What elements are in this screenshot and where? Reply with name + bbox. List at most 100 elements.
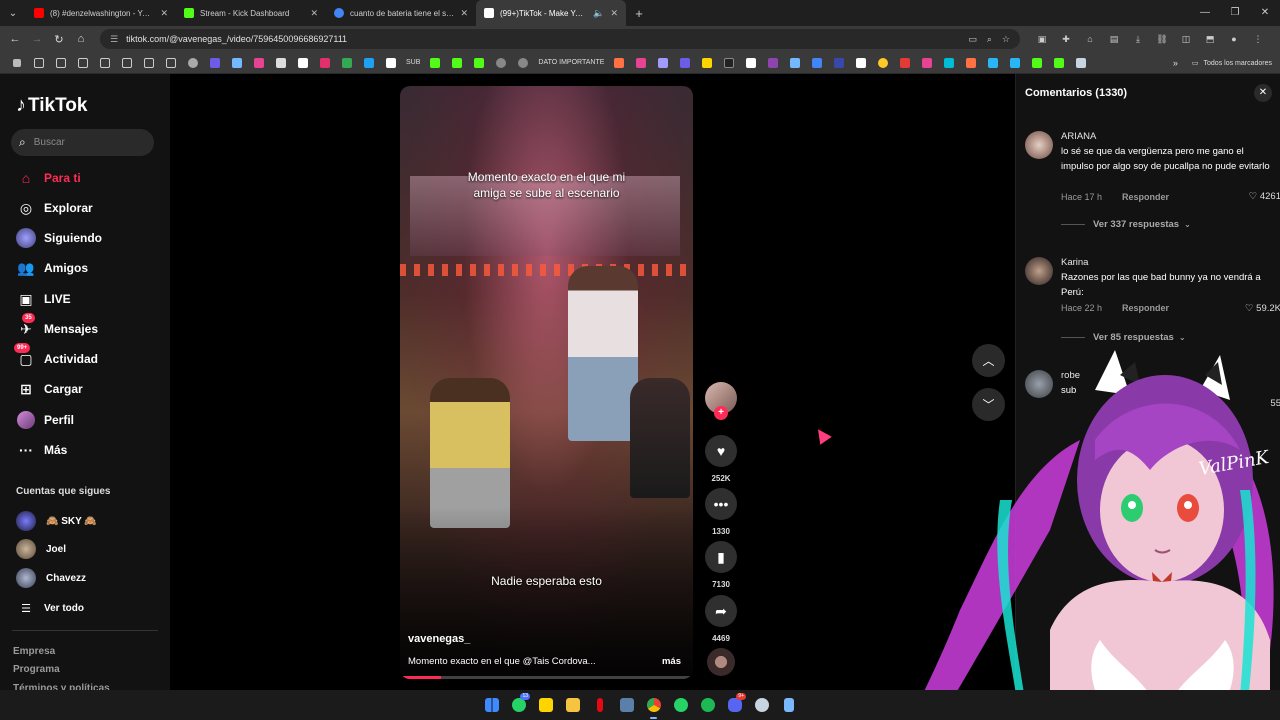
restore-icon[interactable]: ❐	[1220, 0, 1250, 26]
comment-username[interactable]: robe	[1061, 370, 1080, 381]
whatsapp-icon[interactable]: 13	[505, 692, 532, 719]
all-bookmarks[interactable]: » ▭ Todos los marcadores	[1173, 52, 1272, 74]
bookmark-icon[interactable]	[982, 52, 1004, 74]
tiktok-logo[interactable]: ♪ TikTok	[16, 94, 87, 117]
comment-icon[interactable]: •••	[705, 488, 737, 520]
tab-close-icon[interactable]: ✕	[310, 8, 318, 19]
bookmark-icon[interactable]	[358, 52, 380, 74]
bookmark-icon[interactable]	[490, 52, 512, 74]
tab-youtube[interactable]: (8) #denzelwashington - YouTube ✕	[26, 0, 176, 26]
bookmark-icon[interactable]	[204, 52, 226, 74]
next-video-button[interactable]: ﹀	[972, 388, 1005, 421]
spotify-icon[interactable]	[694, 692, 721, 719]
bookmark-icon[interactable]	[608, 52, 630, 74]
bookmark-icon[interactable]	[182, 52, 204, 74]
tab-close-icon[interactable]: ✕	[460, 8, 468, 19]
following-account[interactable]: Joel	[16, 538, 66, 560]
sticky-notes-icon[interactable]	[532, 692, 559, 719]
url-bar[interactable]: ☰ tiktok.com/@vavenegas_/video/759645009…	[100, 29, 1020, 49]
tab-close-icon[interactable]: ✕	[610, 8, 618, 19]
see-all-link[interactable]: ☰ Ver todo	[16, 597, 84, 619]
nav-mas[interactable]: ··· Más	[16, 438, 67, 462]
nav-mensajes[interactable]: ✈ 35 Mensajes	[16, 313, 98, 341]
whatsapp-desktop-icon[interactable]	[667, 692, 694, 719]
nav-live[interactable]: ▣ LIVE	[16, 287, 70, 311]
extension-icon[interactable]: ⌂	[1078, 34, 1102, 45]
comment-like-button[interactable]: ♡ 59.2K	[1245, 303, 1280, 314]
comment-username[interactable]: ARIANA	[1061, 131, 1096, 142]
bookmark-icon[interactable]	[292, 52, 314, 74]
extension-icon[interactable]: ⬒	[1198, 34, 1222, 45]
reload-icon[interactable]: ↻	[48, 33, 70, 46]
bookmark-icon[interactable]	[630, 52, 652, 74]
app-icon[interactable]	[613, 692, 640, 719]
following-account[interactable]: Chavezz	[16, 567, 86, 589]
steam-icon[interactable]	[748, 692, 775, 719]
bookmark-icon[interactable]	[850, 52, 872, 74]
puzzle-icon[interactable]: ✚	[1054, 34, 1078, 45]
video-more-link[interactable]: más	[662, 656, 681, 667]
notepad-icon[interactable]	[775, 692, 802, 719]
share-button[interactable]: ➦ 4469	[705, 595, 737, 643]
back-icon[interactable]: ←	[4, 33, 26, 45]
new-tab-button[interactable]: +	[626, 6, 652, 21]
more-bookmarks-icon[interactable]: »	[1173, 58, 1178, 68]
bookmark-folder-icon[interactable]	[116, 52, 138, 74]
tab-search-icon[interactable]: ⌄	[0, 0, 26, 26]
bookmark-dato-importante[interactable]: DATO IMPORTANTE	[534, 59, 608, 66]
bookmark-icon[interactable]	[960, 52, 982, 74]
reply-button[interactable]: Responder	[1122, 303, 1169, 313]
discord-icon[interactable]: 9+	[721, 692, 748, 719]
following-account[interactable]: 🙈 SKY 🙈	[16, 510, 97, 532]
bookmark-icon[interactable]	[380, 52, 402, 74]
bookmark-icon[interactable]	[468, 52, 490, 74]
bookmark-star-icon[interactable]: ☆	[1002, 34, 1010, 45]
save-button[interactable]: ▮ 7130	[705, 541, 737, 589]
bookmark-icon[interactable]	[696, 52, 718, 74]
tab-tiktok[interactable]: (99+)TikTok - Make Your Day 🔈 ✕	[476, 0, 626, 26]
like-button[interactable]: ♥ 252K	[705, 435, 737, 483]
chrome-icon[interactable]	[640, 692, 667, 719]
creator-avatar[interactable]: +	[705, 382, 737, 420]
nav-para-ti[interactable]: ⌂ Para ti	[16, 166, 81, 190]
bookmark-icon[interactable]	[938, 52, 960, 74]
tab-mute-icon[interactable]: 🔈	[593, 8, 604, 19]
bookmark-icon[interactable]	[512, 52, 534, 74]
search-input[interactable]: ⌕ Buscar	[11, 129, 154, 156]
bookmark-icon[interactable]	[718, 52, 740, 74]
nav-amigos[interactable]: 👥 Amigos	[16, 256, 88, 280]
bookmark-folder-icon[interactable]	[138, 52, 160, 74]
avatar[interactable]	[1025, 257, 1053, 285]
bookmark-icon[interactable]	[762, 52, 784, 74]
bookmark-sub[interactable]: SUB	[402, 59, 424, 66]
file-explorer-icon[interactable]	[559, 692, 586, 719]
view-replies-button[interactable]: Ver 337 respuestas ⌄	[1061, 219, 1191, 230]
footer-link[interactable]: Empresa	[13, 646, 55, 657]
bookmark-icon[interactable]	[894, 52, 916, 74]
netflix-icon[interactable]	[586, 692, 613, 719]
bookmark-icon[interactable]: ▮	[705, 541, 737, 573]
tab-close-icon[interactable]: ✕	[160, 8, 168, 19]
bookmark-icon[interactable]	[424, 52, 446, 74]
bookmark-icon[interactable]	[674, 52, 696, 74]
avatar[interactable]	[1025, 370, 1053, 398]
home-page-icon[interactable]: ⌂	[70, 33, 92, 45]
close-comments-button[interactable]: ✕	[1254, 84, 1272, 102]
music-disc-icon[interactable]	[707, 648, 735, 676]
site-info-icon[interactable]: ☰	[110, 34, 118, 45]
tab-google[interactable]: cuanto de bateria tiene el samsung ✕	[326, 0, 476, 26]
apps-icon[interactable]	[6, 52, 28, 74]
bookmark-icon[interactable]	[1026, 52, 1048, 74]
nav-perfil[interactable]: Perfil	[16, 408, 74, 432]
footer-link[interactable]: Programa	[13, 664, 60, 675]
bookmark-folder-icon[interactable]	[160, 52, 182, 74]
share-icon[interactable]: ➦	[705, 595, 737, 627]
footer-link[interactable]: Términos y políticas	[13, 682, 110, 690]
nav-explorar[interactable]: ◎ Explorar	[16, 196, 93, 220]
bookmark-icon[interactable]	[270, 52, 292, 74]
browser-menu-icon[interactable]: ⋮	[1246, 34, 1270, 45]
download-icon[interactable]: ⤓	[1126, 34, 1150, 45]
heart-icon[interactable]: ♥	[705, 435, 737, 467]
bookmark-icon[interactable]	[806, 52, 828, 74]
bookmark-icon[interactable]	[1004, 52, 1026, 74]
